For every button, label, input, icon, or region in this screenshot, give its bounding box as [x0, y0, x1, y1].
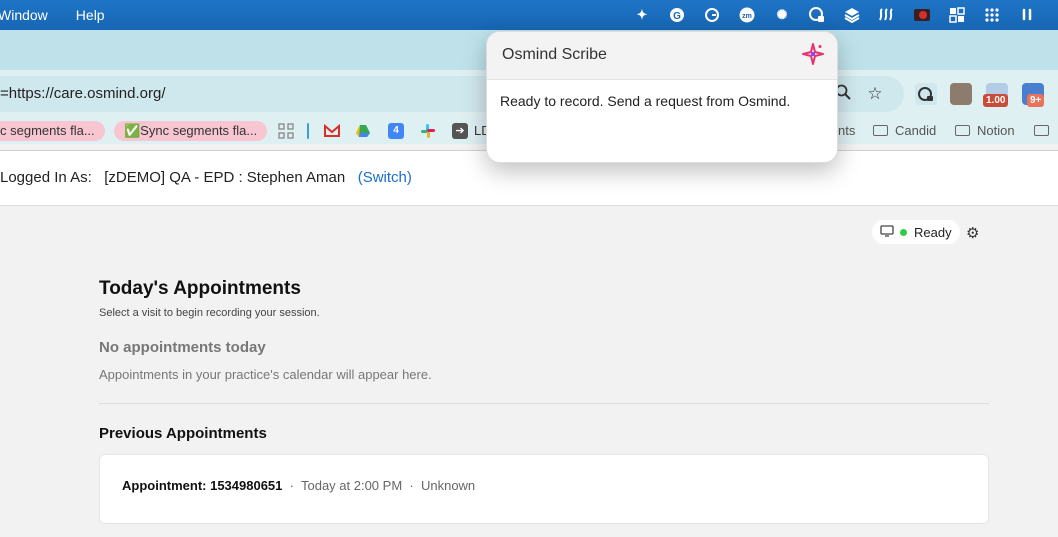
empty-state-hint: Appointments in your practice's calendar…: [99, 367, 432, 382]
todays-appointments-subtitle: Select a visit to begin recording your s…: [99, 307, 320, 319]
bookmark-nts[interactable]: nts: [838, 121, 855, 141]
grammarly-alt-icon[interactable]: [703, 6, 721, 24]
airpods-icon[interactable]: [1018, 6, 1036, 24]
menubar-tray: ✦ G zm ✺: [616, 0, 1058, 30]
status-label: Ready: [914, 224, 952, 240]
google-drive-icon[interactable]: [355, 123, 371, 139]
status-badge[interactable]: Ready: [872, 220, 960, 244]
folder-icon: [955, 125, 970, 136]
grid-icon[interactable]: [983, 6, 1001, 24]
empty-state-title: No appointments today: [99, 339, 266, 356]
popup-title: Osmind Scribe: [502, 46, 607, 63]
stack-icon[interactable]: [843, 6, 861, 24]
folder-notion-label: Notion: [977, 123, 1015, 138]
bookmark-segments[interactable]: c segments fla...: [0, 121, 105, 141]
appointment-id: Appointment: 1534980651: [122, 478, 283, 493]
login-prefix: Logged In As:: [0, 169, 92, 186]
gemini-icon[interactable]: ✦: [633, 6, 651, 24]
folder-candid[interactable]: Candid: [873, 121, 936, 141]
notifications-badge: 9+: [1027, 94, 1045, 107]
appointment-status: Unknown: [420, 478, 476, 493]
vpn-icon[interactable]: [808, 6, 826, 24]
grammarly-icon[interactable]: G: [668, 6, 686, 24]
login-account: [zDEMO] QA - EPD : Stephen Aman: [104, 169, 346, 186]
gmail-icon[interactable]: [324, 123, 340, 139]
menu-help[interactable]: Help: [76, 7, 105, 23]
appointment-time: Today at 2:00 PM: [300, 478, 403, 493]
dashboard-icon[interactable]: [948, 6, 966, 24]
todays-appointments-title: Today's Appointments: [99, 278, 301, 299]
gear-icon[interactable]: ⚙: [966, 224, 979, 242]
macos-menubar: Window Help ✦ G zm ✺: [0, 0, 1058, 30]
launchdarkly-icon[interactable]: ➔: [452, 123, 468, 139]
status-dot: [900, 228, 907, 236]
osmind-scribe-popup: Osmind Scribe Ready to record. Send a re…: [486, 31, 838, 163]
extension-grid-icon[interactable]: [950, 83, 972, 105]
svg-text:G: G: [673, 11, 681, 22]
svg-text:zm: zm: [742, 13, 752, 20]
apps-grid-icon[interactable]: [278, 123, 294, 139]
fin-icon[interactable]: [878, 6, 896, 24]
menu-window[interactable]: Window: [0, 7, 48, 23]
separator-dot: ·: [286, 478, 298, 493]
folder-icon: [873, 125, 888, 136]
slack-icon[interactable]: [420, 123, 436, 139]
scribe-main: Ready ⚙ Today's Appointments Select a vi…: [0, 206, 1058, 537]
zoom-icon[interactable]: zm: [738, 6, 756, 24]
folder-more[interactable]: [1034, 121, 1056, 141]
monitor-icon: [880, 224, 894, 240]
speed-badge: 1.00: [983, 94, 1009, 107]
bookmark-sync-segments[interactable]: ✅Sync segments fla...: [114, 121, 268, 141]
record-icon[interactable]: [913, 6, 931, 24]
popup-message: Ready to record. Send a request from Osm…: [500, 93, 791, 109]
google-calendar-icon[interactable]: 4: [388, 123, 404, 139]
previous-appointments-title: Previous Appointments: [99, 425, 267, 442]
password-manager-icon[interactable]: [915, 83, 937, 105]
folder-candid-label: Candid: [895, 123, 937, 138]
bookmark-separator: [307, 123, 309, 139]
bookmark-star-icon[interactable]: ☆: [865, 84, 885, 104]
appointment-card[interactable]: Appointment: 1534980651 · Today at 2:00 …: [99, 454, 989, 524]
switch-account-link[interactable]: (Switch): [358, 169, 412, 186]
section-divider: [99, 403, 989, 404]
claude-icon[interactable]: ✺: [773, 6, 791, 24]
popup-header: Osmind Scribe: [487, 32, 837, 80]
separator-dot: ·: [405, 478, 418, 493]
folder-notion[interactable]: Notion: [955, 121, 1015, 141]
folder-icon: [1034, 125, 1049, 136]
sparkle-icon: [802, 43, 824, 65]
